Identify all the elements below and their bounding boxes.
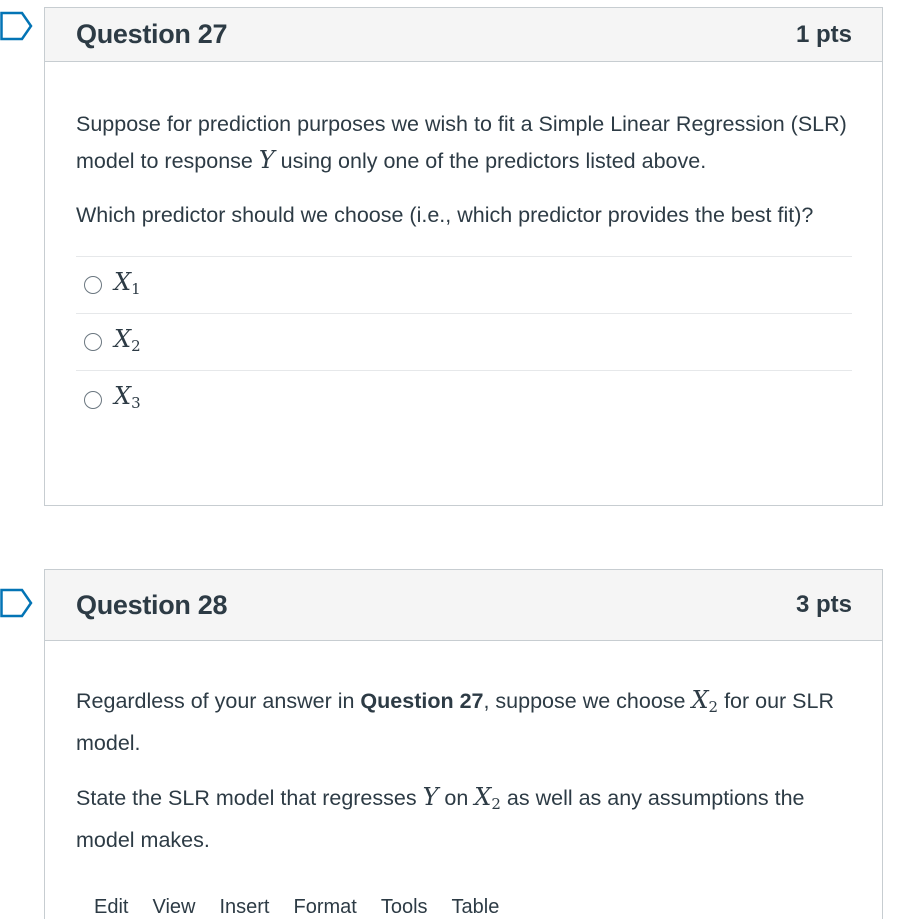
question-paragraph: Which predictor should we choose (i.e., …	[76, 203, 814, 227]
answer-option-x1[interactable]: X1	[76, 257, 852, 314]
math-var: Y	[258, 146, 275, 174]
question-text: Regardless of your answer in Question 27…	[45, 641, 882, 858]
answer-label: X2	[114, 324, 141, 355]
answer-label: X3	[114, 382, 141, 412]
question-header: Question 28 3 pts	[45, 570, 882, 641]
answer-option-x3[interactable]: X3	[76, 371, 852, 428]
question-points: 3 pts	[795, 591, 852, 618]
quiz-page: Question 27 1 pts Suppose for prediction…	[0, 0, 903, 919]
question-28: Question 28 3 pts Regardless of your ans…	[44, 569, 883, 919]
menu-format[interactable]: Format	[294, 896, 357, 919]
question-points: 1 pts	[795, 20, 852, 48]
answer-list: X1 X2 X3	[76, 256, 852, 428]
answer-option-x2[interactable]: X2	[76, 314, 852, 371]
radio-button[interactable]	[84, 333, 102, 351]
bookmark-question-27-icon[interactable]	[0, 11, 34, 41]
menu-insert[interactable]: Insert	[219, 896, 269, 919]
editor-menubar: Edit View Insert Format Tools Table	[94, 896, 523, 919]
question-paragraph: State the SLR model that regresses Y on …	[76, 783, 805, 852]
menu-view[interactable]: View	[152, 896, 195, 919]
question-header: Question 27 1 pts	[45, 8, 882, 62]
answer-label: X1	[114, 267, 141, 298]
question-text: Suppose for prediction purposes we wish …	[45, 62, 882, 428]
radio-button[interactable]	[84, 390, 102, 409]
menu-table[interactable]: Table	[452, 896, 500, 919]
menu-edit[interactable]: Edit	[94, 896, 128, 919]
menu-tools[interactable]: Tools	[381, 896, 428, 919]
radio-button[interactable]	[84, 276, 102, 294]
question-title: Question 28	[76, 589, 228, 620]
question-27: Question 27 1 pts Suppose for prediction…	[44, 7, 883, 506]
question-paragraph: Regardless of your answer in Question 27…	[76, 686, 835, 755]
question-paragraph: Suppose for prediction purposes we wish …	[76, 112, 847, 174]
bookmark-question-28-icon[interactable]	[0, 588, 34, 618]
question-title: Question 27	[76, 19, 228, 49]
